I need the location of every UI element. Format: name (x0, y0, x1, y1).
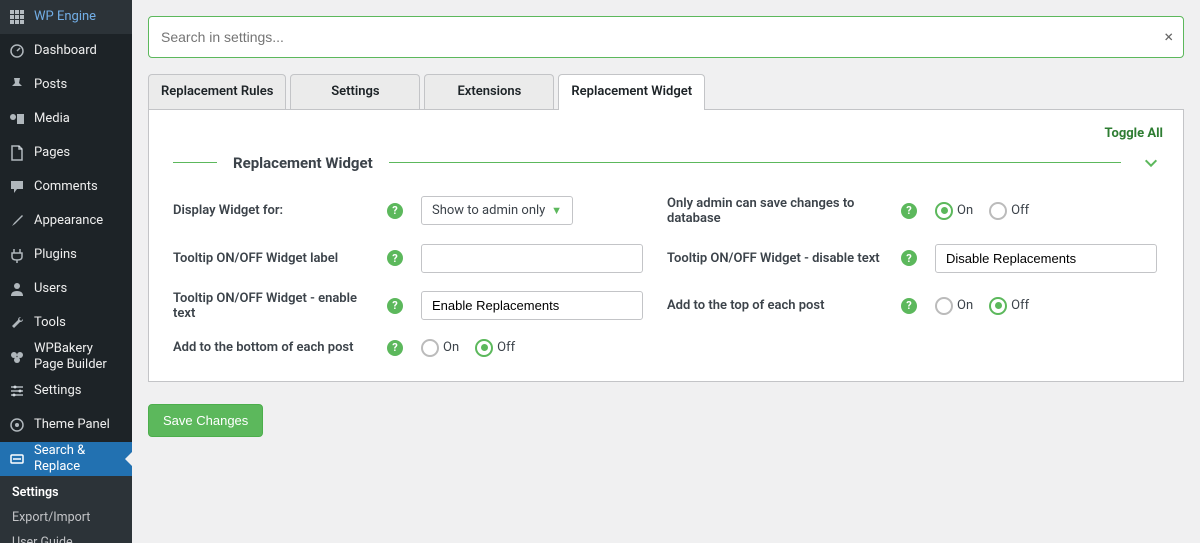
input-tooltip-enable-text[interactable] (421, 291, 643, 320)
tab-replacement-rules[interactable]: Replacement Rules (148, 74, 286, 110)
sidebar-item-posts[interactable]: Posts (0, 68, 132, 102)
sidebar-item-dashboard[interactable]: Dashboard (0, 34, 132, 68)
sidebar-item-wpbakery[interactable]: WPBakery Page Builder (0, 340, 132, 374)
dropdown-value: Show to admin only (432, 203, 545, 218)
radio-on[interactable]: On (935, 297, 973, 315)
sliders-icon (8, 382, 26, 400)
help-icon[interactable]: ? (387, 203, 403, 219)
toggle-all-link[interactable]: Toggle All (1105, 126, 1163, 141)
label-add-top: Add to the top of each post (667, 298, 887, 313)
plug-icon (8, 246, 26, 264)
submenu-item-settings[interactable]: Settings (0, 480, 132, 505)
admin-sidebar: WP Engine Dashboard Posts Media Pages Co… (0, 0, 132, 543)
sidebar-item-label: Dashboard (34, 43, 97, 59)
divider-line (173, 162, 217, 163)
help-icon[interactable]: ? (901, 203, 917, 219)
main-content: × Replacement Rules Settings Extensions … (132, 0, 1200, 543)
sidebar-item-label: Media (34, 111, 70, 127)
pin-icon (8, 76, 26, 94)
radio-off[interactable]: Off (989, 297, 1029, 315)
radio-off[interactable]: Off (475, 339, 515, 357)
sidebar-item-tools[interactable]: Tools (0, 306, 132, 340)
sidebar-item-label: Plugins (34, 247, 77, 263)
dropdown-display-widget-for[interactable]: Show to admin only ▼ (421, 196, 573, 225)
help-icon[interactable]: ? (387, 250, 403, 266)
tab-extensions[interactable]: Extensions (424, 74, 554, 110)
section-header: Replacement Widget (173, 154, 1159, 172)
label-tooltip-disable-text: Tooltip ON/OFF Widget - disable text (667, 251, 887, 266)
sidebar-item-label: Pages (34, 145, 70, 161)
radio-off[interactable]: Off (989, 202, 1029, 220)
radio-add-bottom: On Off (421, 339, 653, 357)
label-display-widget-for: Display Widget for: (173, 203, 373, 218)
help-icon[interactable]: ? (387, 298, 403, 314)
section-title: Replacement Widget (233, 154, 373, 172)
radio-on[interactable]: On (421, 339, 459, 357)
save-button[interactable]: Save Changes (148, 404, 263, 437)
submenu-item-export-import[interactable]: Export/Import (0, 505, 132, 530)
wrench-icon (8, 314, 26, 332)
help-icon[interactable]: ? (901, 298, 917, 314)
comment-icon (8, 178, 26, 196)
search-replace-icon (8, 450, 26, 468)
sidebar-item-search-replace[interactable]: Search & Replace (0, 442, 132, 476)
label-tooltip-widget-label: Tooltip ON/OFF Widget label (173, 251, 373, 266)
divider-line (389, 162, 1121, 163)
settings-panel: Toggle All Replacement Widget Display Wi… (148, 109, 1184, 382)
sidebar-item-label: Appearance (34, 213, 103, 229)
sidebar-item-wp-engine[interactable]: WP Engine (0, 0, 132, 34)
sidebar-item-pages[interactable]: Pages (0, 136, 132, 170)
dashboard-icon (8, 42, 26, 60)
user-icon (8, 280, 26, 298)
media-icon (8, 110, 26, 128)
label-tooltip-enable-text: Tooltip ON/OFF Widget - enable text (173, 291, 373, 321)
radio-only-admin-save: On Off (935, 202, 1167, 220)
sidebar-item-comments[interactable]: Comments (0, 170, 132, 204)
page-icon (8, 144, 26, 162)
tab-replacement-widget[interactable]: Replacement Widget (558, 74, 705, 110)
theme-icon (8, 416, 26, 434)
sidebar-item-label: Settings (34, 383, 81, 399)
sidebar-item-label: Posts (34, 77, 67, 93)
sidebar-item-label: Theme Panel (34, 417, 110, 433)
wpengine-icon (8, 8, 26, 26)
sidebar-item-label: Search & Replace (34, 443, 124, 474)
settings-tabs: Replacement Rules Settings Extensions Re… (148, 74, 1184, 110)
form-grid: Display Widget for: ? Show to admin only… (173, 196, 1159, 357)
submenu-item-user-guide[interactable]: User Guide (0, 530, 132, 543)
sidebar-item-label: WP Engine (34, 9, 96, 25)
help-icon[interactable]: ? (387, 340, 403, 356)
sidebar-submenu: Settings Export/Import User Guide Licens… (0, 476, 132, 543)
wpb-icon (8, 348, 26, 366)
help-icon[interactable]: ? (901, 250, 917, 266)
caret-down-icon: ▼ (551, 204, 562, 217)
label-add-bottom: Add to the bottom of each post (173, 340, 373, 355)
input-tooltip-disable-text[interactable] (935, 244, 1157, 273)
clear-icon[interactable]: × (1164, 29, 1173, 45)
sidebar-item-appearance[interactable]: Appearance (0, 204, 132, 238)
brush-icon (8, 212, 26, 230)
radio-add-top: On Off (935, 297, 1167, 315)
chevron-down-icon[interactable] (1143, 155, 1159, 171)
radio-on[interactable]: On (935, 202, 973, 220)
sidebar-item-plugins[interactable]: Plugins (0, 238, 132, 272)
label-only-admin-save: Only admin can save changes to database (667, 196, 887, 226)
settings-search-wrap: × (148, 16, 1184, 58)
sidebar-item-users[interactable]: Users (0, 272, 132, 306)
input-tooltip-widget-label[interactable] (421, 244, 643, 273)
sidebar-item-theme-panel[interactable]: Theme Panel (0, 408, 132, 442)
tab-settings[interactable]: Settings (290, 74, 420, 110)
sidebar-item-settings[interactable]: Settings (0, 374, 132, 408)
sidebar-item-label: WPBakery Page Builder (34, 341, 124, 372)
sidebar-item-media[interactable]: Media (0, 102, 132, 136)
sidebar-item-label: Users (34, 281, 67, 297)
settings-search-input[interactable] (149, 17, 1183, 57)
sidebar-item-label: Comments (34, 179, 98, 195)
sidebar-item-label: Tools (34, 315, 66, 331)
